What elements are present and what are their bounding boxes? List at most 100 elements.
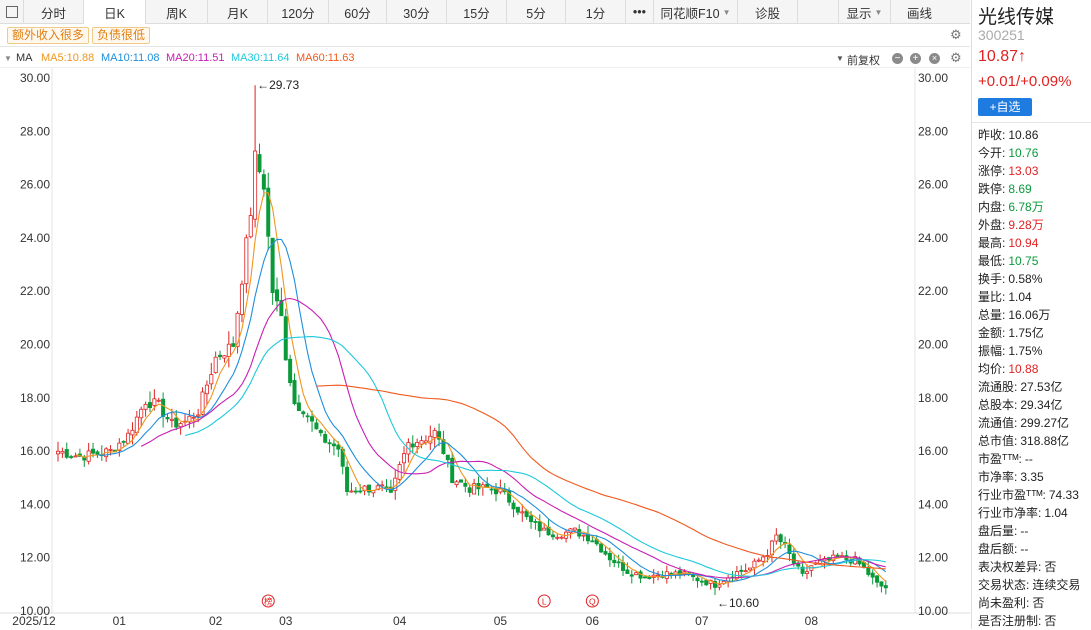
event-marker-label: Q — [589, 597, 596, 607]
tab-8[interactable]: 5分 — [507, 0, 566, 24]
stat-row: 昨收: 10.86 — [978, 126, 1091, 144]
y-tick-label-left: 14.00 — [20, 497, 50, 511]
display-menu-label: 显示 — [846, 6, 872, 21]
tab-label: 60分 — [344, 6, 371, 21]
candle-body — [349, 490, 354, 493]
stat-row: 行业市净率: 1.04 — [978, 504, 1091, 522]
tab-7[interactable]: 15分 — [447, 0, 507, 24]
candle-body — [489, 488, 494, 491]
tab-5[interactable]: 60分 — [329, 0, 387, 24]
tab-label: 分时 — [40, 6, 66, 21]
candle-body — [778, 534, 783, 543]
stat-label: 总市值: — [978, 434, 1018, 448]
candle-body — [274, 289, 279, 302]
tag-low-debt[interactable]: 负债很低 — [92, 27, 151, 44]
x-tick-label: 01 — [113, 614, 127, 628]
candle-body — [704, 579, 709, 586]
stat-row: 流通值: 299.27亿 — [978, 414, 1091, 432]
candle-body — [883, 585, 888, 589]
ma-label[interactable]: MA — [16, 52, 33, 64]
quote-stats: 昨收: 10.86 今开: 10.76 涨停: 13.03 跌停: 8.69 内盘: 6.78万外… — [978, 126, 1091, 630]
candle-body — [550, 534, 555, 538]
stat-label: 金额: — [978, 326, 1006, 340]
candle-body — [253, 150, 258, 220]
gear-icon[interactable]: ⚙ — [950, 27, 962, 43]
candle-body — [169, 418, 174, 421]
candle-body — [410, 443, 415, 448]
candle-body — [231, 343, 236, 347]
candle-body — [616, 561, 621, 564]
add-watchlist-button[interactable]: +自选 — [978, 98, 1032, 116]
candle-body — [590, 540, 595, 543]
event-marker-label: 榜 — [264, 597, 273, 607]
close-indicator-icon[interactable]: × — [929, 53, 940, 64]
tab-0[interactable]: 分时 — [24, 0, 84, 24]
display-menu[interactable]: 显示 ▼ — [838, 0, 890, 24]
stat-value: 1.04 — [1044, 506, 1068, 520]
divider — [972, 122, 1091, 123]
stat-label: 盘后额: — [978, 542, 1018, 556]
candle-body — [165, 417, 170, 420]
tab-3[interactable]: 月K — [208, 0, 268, 24]
stat-value: 0.58% — [1008, 272, 1043, 286]
stat-value: 318.88亿 — [1020, 434, 1070, 448]
stat-label: 盘后量: — [978, 524, 1018, 538]
candle-body — [156, 399, 161, 402]
candle-body — [432, 429, 437, 438]
candle-body — [467, 487, 472, 493]
candle-body — [314, 422, 319, 430]
tab-11[interactable]: 同花顺F10 ▼ — [654, 0, 738, 24]
zoom-out-icon[interactable]: − — [892, 53, 903, 64]
candle-body — [774, 534, 779, 542]
y-tick-label-left: 20.00 — [20, 338, 50, 352]
candle-body — [511, 502, 516, 510]
tab-2[interactable]: 周K — [146, 0, 208, 24]
candle-body — [56, 450, 61, 455]
window-toggle-icon[interactable] — [0, 0, 24, 23]
adjust-chevron-icon[interactable]: ▼ — [836, 54, 844, 63]
tab-4[interactable]: 120分 — [268, 0, 329, 24]
tab-9[interactable]: 1分 — [566, 0, 626, 24]
zoom-in-icon[interactable]: + — [910, 53, 921, 64]
stat-label: 外盘: — [978, 218, 1006, 232]
indicator-gear-icon[interactable]: ⚙ — [950, 50, 962, 66]
ma20-line — [140, 297, 886, 579]
tab-label: 5分 — [526, 6, 546, 21]
tab-12[interactable]: 诊股 — [738, 0, 798, 24]
stat-row: 外盘: 9.28万 — [978, 216, 1091, 234]
draw-menu-label: 画线 — [906, 6, 932, 21]
candle-body — [695, 577, 700, 582]
high-price-label: ←29.73 — [257, 78, 299, 92]
tab-1[interactable]: 日K — [84, 0, 146, 24]
stat-label: 最高: — [978, 236, 1006, 250]
ma-legend-row: ▼ MA MA5:10.88 MA10:11.08 MA20:11.51 MA3… — [0, 48, 970, 68]
stat-label: 行业市盈ᵀᵀᴹ: — [978, 488, 1046, 502]
stat-row: 尚未盈利: 否 — [978, 594, 1091, 612]
stat-label: 总股本: — [978, 398, 1018, 412]
candle-body — [143, 403, 148, 410]
stat-row: 流通股: 27.53亿 — [978, 378, 1091, 396]
candle-body — [204, 384, 209, 395]
candle-body — [178, 423, 183, 428]
candle-body — [134, 416, 139, 433]
candle-body — [752, 560, 757, 569]
candle-body — [292, 380, 297, 405]
tab-6[interactable]: 30分 — [387, 0, 447, 24]
stat-row: 最低: 10.75 — [978, 252, 1091, 270]
candle-body — [415, 441, 420, 447]
tag-extra-income[interactable]: 额外收入很多 — [7, 27, 90, 44]
candle-body — [226, 343, 231, 357]
y-tick-label-right: 22.00 — [918, 284, 948, 298]
tab-10[interactable]: ••• — [626, 0, 654, 24]
candle-body — [791, 553, 796, 564]
adjust-select[interactable]: 前复权 — [847, 52, 880, 68]
stat-label: 流通值: — [978, 416, 1018, 430]
collapse-chevron-icon[interactable]: ▼ — [4, 54, 12, 63]
ma20-value: MA20:11.51 — [166, 52, 225, 64]
draw-menu[interactable]: 画线 — [890, 0, 948, 24]
stat-label: 市盈ᵀᵀᴹ: — [978, 452, 1022, 466]
kline-chart[interactable]: 30.00 30.00 28.00 28.00 26.00 26.00 24.00 24.00… — [0, 68, 970, 629]
candle-body — [559, 536, 564, 539]
candle-body — [353, 490, 358, 493]
candle-body — [520, 511, 525, 514]
